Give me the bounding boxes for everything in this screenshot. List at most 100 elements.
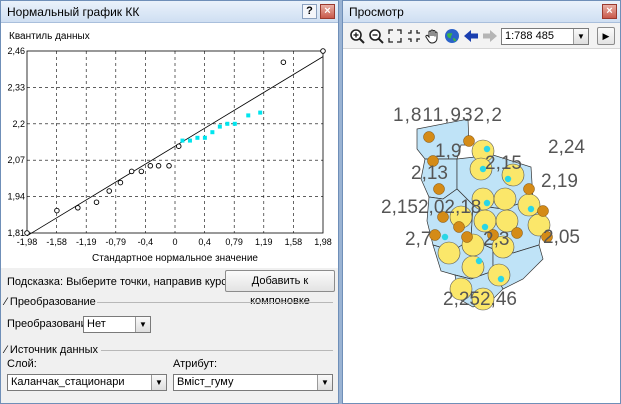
map-label: 1,9 (435, 141, 461, 162)
x-axis-label: Стандартное нормальное значение (92, 253, 258, 264)
map-point-small[interactable] (423, 131, 435, 143)
hint-label: Подсказка: (7, 276, 64, 288)
map-label: 2,15 (485, 153, 522, 174)
map-point-selected[interactable] (497, 275, 505, 283)
back-arrow-icon[interactable] (463, 28, 479, 44)
selected-data-point[interactable] (180, 138, 185, 143)
y-tick-label: 2,2 (12, 119, 25, 129)
y-axis-label: Квантиль данных (9, 31, 90, 42)
chevron-down-icon[interactable]: ▼ (151, 375, 166, 390)
source-section-label: Источник данных (9, 344, 99, 356)
data-point[interactable] (106, 188, 112, 194)
scale-value: 1:788 485 (505, 30, 554, 42)
map-point-selected[interactable] (441, 233, 449, 241)
selected-data-point[interactable] (217, 124, 222, 129)
data-point[interactable] (166, 163, 172, 169)
data-point[interactable] (320, 48, 326, 54)
zoom-in-icon[interactable] (349, 28, 365, 44)
zoom-out-icon[interactable] (368, 28, 384, 44)
y-tick-label: 2,46 (7, 46, 25, 56)
qq-options-panel: Подсказка: Выберите точки, направив курс… (1, 268, 338, 403)
x-tick-label: -1,19 (76, 237, 97, 247)
map-label: 2,19 (541, 171, 578, 192)
map-point-selected[interactable] (483, 199, 491, 207)
x-tick-label: 0,4 (198, 237, 211, 247)
map-point-selected[interactable] (483, 145, 491, 153)
layer-label: Слой: (7, 358, 37, 370)
map-point-small[interactable] (461, 231, 473, 243)
data-point[interactable] (54, 207, 60, 214)
map-point-large[interactable] (493, 187, 517, 211)
pan-hand-icon[interactable] (425, 28, 441, 44)
data-point[interactable] (155, 163, 162, 169)
x-tick-label: 1,19 (255, 237, 273, 247)
selected-data-point[interactable] (246, 113, 251, 118)
data-point[interactable] (280, 59, 287, 65)
x-tick-label: -1,58 (46, 237, 67, 247)
layer-select-value: Каланчак_стационари (11, 376, 125, 388)
data-point[interactable] (117, 179, 124, 186)
map-point-small[interactable] (511, 227, 523, 239)
help-button[interactable]: ? (302, 4, 317, 19)
hint-text: Выберите точки, направив курсор и (66, 276, 249, 288)
selected-data-point[interactable] (210, 130, 215, 135)
map-label: 2,7 (405, 229, 431, 250)
attribute-select[interactable]: Вміст_гуму ▼ (173, 374, 333, 391)
data-point[interactable] (75, 205, 81, 211)
map-point-selected[interactable] (475, 257, 483, 265)
selected-data-point[interactable] (202, 135, 207, 140)
map-point-small[interactable] (523, 183, 535, 195)
selected-data-point[interactable] (195, 135, 200, 140)
forward-arrow-icon[interactable] (482, 28, 498, 44)
add-to-layout-button[interactable]: Добавить к компоновке (225, 270, 335, 307)
map-point-selected[interactable] (527, 205, 535, 213)
x-tick-label: 0,79 (225, 237, 243, 247)
map-point-large[interactable] (487, 263, 511, 287)
selected-data-point[interactable] (187, 138, 192, 143)
map-label: 2,252,46 (443, 289, 517, 310)
transform-select-value: Нет (87, 318, 106, 330)
full-extent-icon[interactable] (387, 28, 403, 44)
preview-window-titlebar: Просмотр × (343, 1, 620, 23)
chevron-down-icon[interactable]: ▼ (317, 375, 332, 390)
map-point-small[interactable] (453, 221, 465, 233)
attribute-label: Атрибут: (173, 358, 218, 370)
data-point[interactable] (147, 163, 154, 169)
map-point-small[interactable] (433, 183, 445, 195)
qq-window-titlebar: Нормальный график КК ? × (1, 1, 338, 23)
x-tick-label: -0,79 (106, 237, 127, 247)
data-point[interactable] (175, 143, 182, 149)
map-label: 2,05 (543, 227, 580, 248)
map-point-selected[interactable] (504, 175, 512, 183)
qq-plot-chart[interactable]: Квантиль данных Стандартное нормальное з… (1, 23, 338, 268)
selected-data-point[interactable] (232, 121, 237, 126)
selected-data-point[interactable] (225, 121, 230, 126)
data-point[interactable] (24, 230, 30, 236)
fixed-zoom-icon[interactable] (406, 28, 422, 44)
data-point[interactable] (138, 168, 145, 175)
attribute-select-value: Вміст_гуму (177, 376, 234, 388)
map-toolbar: 1:788 485 ▼ ▶ (343, 23, 620, 49)
chevron-down-icon[interactable]: ▼ (135, 317, 150, 332)
map-point-small[interactable] (537, 205, 549, 217)
scale-select[interactable]: 1:788 485 ▼ (501, 28, 589, 45)
map-point-large[interactable] (437, 241, 461, 265)
globe-icon[interactable] (444, 28, 460, 44)
transform-select[interactable]: Нет ▼ (83, 316, 151, 333)
y-tick-label: 1,81 (7, 228, 25, 238)
map-canvas[interactable]: 1,811,932,2 1,9 2,13 2,15 2,24 2,19 2,15… (343, 49, 620, 403)
map-label: 2,152,02,18 (381, 197, 481, 218)
map-point-small[interactable] (463, 135, 475, 147)
close-button[interactable]: × (602, 4, 617, 19)
selected-data-point[interactable] (258, 110, 263, 115)
next-button[interactable]: ▶ (597, 27, 615, 45)
map-point-large[interactable] (517, 193, 541, 217)
play-icon: ▶ (602, 31, 610, 41)
chevron-down-icon[interactable]: ▼ (573, 29, 588, 44)
data-point[interactable] (93, 199, 100, 205)
data-point[interactable] (128, 168, 135, 175)
x-tick-label: -0,4 (138, 237, 154, 247)
x-tick-label: 0 (172, 237, 177, 247)
layer-select[interactable]: Каланчак_стационари ▼ (7, 374, 167, 391)
close-button[interactable]: × (320, 4, 335, 19)
